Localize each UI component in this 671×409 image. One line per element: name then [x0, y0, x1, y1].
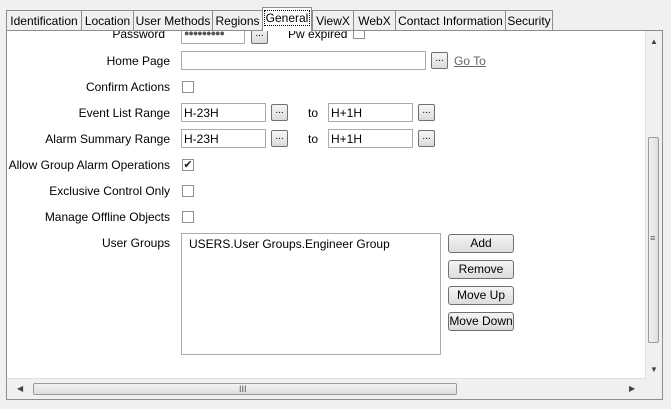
scroll-content: Password ●●●●●●●●● ... Pw expired Home P…: [7, 31, 647, 379]
event-list-range-label: Event List Range: [78, 106, 170, 120]
tab-general[interactable]: General: [262, 7, 312, 31]
add-button[interactable]: Add: [448, 234, 514, 253]
tab-viewx[interactable]: ViewX: [312, 10, 354, 30]
confirm-actions-label: Confirm Actions: [85, 80, 170, 94]
event-list-to-label: to: [308, 106, 319, 120]
alarm-summary-to-input[interactable]: H+1H: [328, 129, 413, 148]
vertical-scroll-thumb[interactable]: ≡: [648, 137, 659, 343]
password-field[interactable]: ●●●●●●●●●: [181, 31, 245, 44]
tab-contact-information[interactable]: Contact Information: [395, 10, 506, 30]
move-down-button[interactable]: Move Down: [448, 312, 514, 331]
scroll-down-icon[interactable]: ▼: [650, 365, 658, 374]
move-up-button[interactable]: Move Up: [448, 286, 514, 305]
user-groups-label: User Groups: [101, 236, 170, 250]
check-icon: ✔: [183, 159, 193, 171]
general-tab-panel: Password ●●●●●●●●● ... Pw expired Home P…: [6, 30, 663, 400]
alarm-summary-to-label: to: [308, 132, 319, 146]
tab-identification[interactable]: Identification: [6, 10, 82, 30]
event-list-to-input[interactable]: H+1H: [328, 103, 413, 122]
manage-offline-checkbox[interactable]: [182, 211, 194, 223]
confirm-actions-checkbox[interactable]: [182, 81, 194, 93]
allow-group-alarm-checkbox[interactable]: ✔: [182, 159, 194, 171]
tab-regions[interactable]: Regions: [212, 10, 263, 30]
horizontal-scrollbar[interactable]: ◀ III ▶: [7, 378, 647, 399]
scroll-right-icon[interactable]: ▶: [629, 384, 635, 393]
password-label: Password: [112, 31, 165, 41]
go-to-link[interactable]: Go To: [454, 54, 486, 68]
remove-button[interactable]: Remove: [448, 260, 514, 279]
horizontal-scroll-thumb[interactable]: III: [33, 383, 457, 395]
alarm-summary-from-ellipsis-button[interactable]: ...: [271, 130, 288, 147]
allow-group-alarm-label: Allow Group Alarm Operations: [8, 158, 170, 172]
pw-expired-label: Pw expired: [288, 31, 348, 41]
vertical-scrollbar[interactable]: ▲ ≡ ▼: [645, 31, 662, 379]
home-page-label: Home Page: [106, 54, 170, 68]
exclusive-control-label: Exclusive Control Only: [49, 184, 170, 198]
event-list-from-ellipsis-button[interactable]: ...: [271, 104, 288, 121]
exclusive-control-checkbox[interactable]: [182, 185, 194, 197]
scrollbar-corner: [646, 379, 662, 399]
list-item[interactable]: USERS.User Groups.Engineer Group: [189, 237, 433, 251]
scroll-up-icon[interactable]: ▲: [650, 37, 658, 46]
alarm-summary-range-label: Alarm Summary Range: [45, 132, 170, 146]
password-ellipsis-button[interactable]: ...: [251, 31, 268, 44]
home-page-ellipsis-button[interactable]: ...: [431, 52, 448, 69]
event-list-to-ellipsis-button[interactable]: ...: [418, 104, 435, 121]
scroll-left-icon[interactable]: ◀: [17, 384, 23, 393]
tab-location[interactable]: Location: [81, 10, 134, 30]
event-list-from-input[interactable]: H-23H: [181, 103, 266, 122]
alarm-summary-from-input[interactable]: H-23H: [181, 129, 266, 148]
manage-offline-label: Manage Offline Objects: [44, 210, 170, 224]
pw-expired-checkbox[interactable]: [353, 31, 365, 39]
tab-user-methods[interactable]: User Methods: [133, 10, 213, 30]
tab-security[interactable]: Security: [505, 10, 553, 30]
grip-icon: ≡: [650, 233, 656, 243]
home-page-input[interactable]: [181, 51, 426, 70]
grip-icon: III: [239, 384, 247, 394]
tab-webx[interactable]: WebX: [353, 10, 396, 30]
alarm-summary-to-ellipsis-button[interactable]: ...: [418, 130, 435, 147]
user-groups-list[interactable]: USERS.User Groups.Engineer Group: [181, 233, 441, 355]
